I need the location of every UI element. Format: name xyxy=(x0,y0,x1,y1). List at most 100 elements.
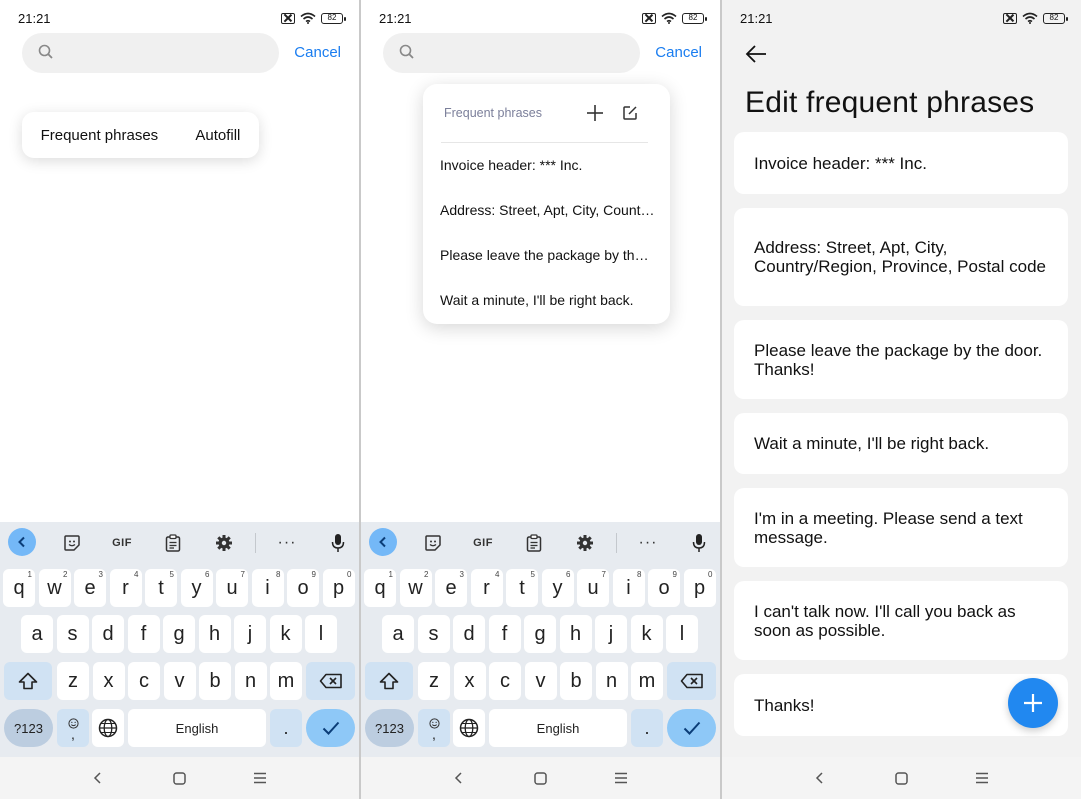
nav-home-button[interactable] xyxy=(531,769,549,787)
enter-key[interactable] xyxy=(306,709,355,747)
nav-back-button[interactable] xyxy=(89,769,107,787)
add-phrase-button[interactable] xyxy=(1008,678,1058,728)
clipboard-button[interactable] xyxy=(160,530,186,556)
cancel-button[interactable]: Cancel xyxy=(294,44,341,61)
nav-home-button[interactable] xyxy=(892,769,910,787)
key-t[interactable]: t5 xyxy=(145,569,177,607)
key-h[interactable]: h xyxy=(559,615,592,653)
key-k[interactable]: k xyxy=(630,615,663,653)
mic-button[interactable] xyxy=(686,530,712,556)
key-u[interactable]: u7 xyxy=(216,569,248,607)
more-button[interactable]: ··· xyxy=(635,530,661,556)
backspace-key[interactable] xyxy=(667,662,716,700)
search-input[interactable] xyxy=(22,33,279,73)
settings-button[interactable] xyxy=(572,530,598,556)
key-w[interactable]: w2 xyxy=(399,569,432,607)
phrase-item[interactable]: Address: Street, Apt, City, Country/Regi… xyxy=(440,202,656,218)
language-key[interactable] xyxy=(453,709,485,747)
sticker-button[interactable] xyxy=(59,530,85,556)
key-q[interactable]: q1 xyxy=(364,569,396,607)
key-f[interactable]: f xyxy=(488,615,521,653)
key-k[interactable]: k xyxy=(269,615,302,653)
key-j[interactable]: j xyxy=(234,615,266,653)
key-n[interactable]: n xyxy=(595,662,628,700)
cancel-button[interactable]: Cancel xyxy=(655,44,702,61)
phrase-item[interactable]: Invoice header: *** Inc. xyxy=(440,157,656,173)
key-e[interactable]: e3 xyxy=(435,569,467,607)
key-u[interactable]: u7 xyxy=(577,569,609,607)
key-w[interactable]: w2 xyxy=(38,569,71,607)
phrase-card[interactable]: Invoice header: *** Inc. xyxy=(734,132,1068,194)
period-key[interactable]: . xyxy=(270,709,302,747)
language-key[interactable] xyxy=(92,709,124,747)
period-key[interactable]: . xyxy=(631,709,663,747)
chip-frequent-phrases[interactable]: Frequent phrases xyxy=(41,127,159,144)
key-l[interactable]: l xyxy=(305,615,337,653)
phrase-card[interactable]: Wait a minute, I'll be right back. xyxy=(734,413,1068,474)
key-g[interactable]: g xyxy=(524,615,556,653)
key-r[interactable]: r4 xyxy=(109,569,142,607)
settings-button[interactable] xyxy=(211,530,237,556)
key-c[interactable]: c xyxy=(489,662,521,700)
back-arrow-icon[interactable] xyxy=(745,44,767,64)
key-y[interactable]: y6 xyxy=(541,569,574,607)
nav-back-button[interactable] xyxy=(450,769,468,787)
key-y[interactable]: y6 xyxy=(180,569,213,607)
collapse-toolbar-button[interactable] xyxy=(8,528,36,556)
shift-key[interactable] xyxy=(365,662,413,700)
mic-button[interactable] xyxy=(325,530,351,556)
key-j[interactable]: j xyxy=(595,615,627,653)
space-key[interactable]: English xyxy=(128,709,266,747)
phrase-card[interactable]: Please leave the package by the door. Th… xyxy=(734,320,1068,399)
search-input[interactable] xyxy=(383,33,640,73)
phrase-card[interactable]: Address: Street, Apt, City, Country/Regi… xyxy=(734,208,1068,306)
key-s[interactable]: s xyxy=(56,615,89,653)
gif-button[interactable]: GIF xyxy=(109,530,135,556)
key-i[interactable]: i8 xyxy=(612,569,645,607)
phrase-card[interactable]: I can't talk now. I'll call you back as … xyxy=(734,581,1068,660)
key-r[interactable]: r4 xyxy=(470,569,503,607)
emoji-comma-key[interactable]: , xyxy=(57,709,89,747)
nav-back-button[interactable] xyxy=(811,769,829,787)
key-i[interactable]: i8 xyxy=(251,569,284,607)
chip-autofill[interactable]: Autofill xyxy=(195,127,240,144)
gif-button[interactable]: GIF xyxy=(470,530,496,556)
key-t[interactable]: t5 xyxy=(506,569,538,607)
key-o[interactable]: o9 xyxy=(648,569,680,607)
enter-key[interactable] xyxy=(667,709,716,747)
key-n[interactable]: n xyxy=(234,662,267,700)
backspace-key[interactable] xyxy=(306,662,355,700)
add-icon[interactable] xyxy=(586,104,604,122)
key-a[interactable]: a xyxy=(21,615,53,653)
key-m[interactable]: m xyxy=(631,662,663,700)
key-m[interactable]: m xyxy=(270,662,302,700)
key-o[interactable]: o9 xyxy=(287,569,319,607)
key-c[interactable]: c xyxy=(128,662,160,700)
key-d[interactable]: d xyxy=(92,615,124,653)
key-d[interactable]: d xyxy=(453,615,485,653)
nav-recents-button[interactable] xyxy=(973,769,991,787)
phrase-item[interactable]: Please leave the package by the door. Th… xyxy=(440,247,656,263)
collapse-toolbar-button[interactable] xyxy=(369,528,397,556)
key-z[interactable]: z xyxy=(57,662,89,700)
key-b[interactable]: b xyxy=(199,662,231,700)
clipboard-button[interactable] xyxy=(521,530,547,556)
more-button[interactable]: ··· xyxy=(274,530,300,556)
phrase-item[interactable]: Wait a minute, I'll be right back. xyxy=(440,292,656,308)
nav-recents-button[interactable] xyxy=(612,769,630,787)
key-g[interactable]: g xyxy=(163,615,195,653)
key-x[interactable]: x xyxy=(92,662,125,700)
key-b[interactable]: b xyxy=(560,662,592,700)
emoji-comma-key[interactable]: , xyxy=(418,709,450,747)
key-p[interactable]: p0 xyxy=(683,569,716,607)
key-v[interactable]: v xyxy=(524,662,557,700)
sticker-button[interactable] xyxy=(420,530,446,556)
key-v[interactable]: v xyxy=(163,662,196,700)
key-p[interactable]: p0 xyxy=(322,569,355,607)
symbols-key[interactable]: ?123 xyxy=(4,709,53,747)
key-a[interactable]: a xyxy=(382,615,414,653)
key-z[interactable]: z xyxy=(418,662,450,700)
edit-icon[interactable] xyxy=(622,105,638,121)
key-x[interactable]: x xyxy=(453,662,486,700)
shift-key[interactable] xyxy=(4,662,52,700)
